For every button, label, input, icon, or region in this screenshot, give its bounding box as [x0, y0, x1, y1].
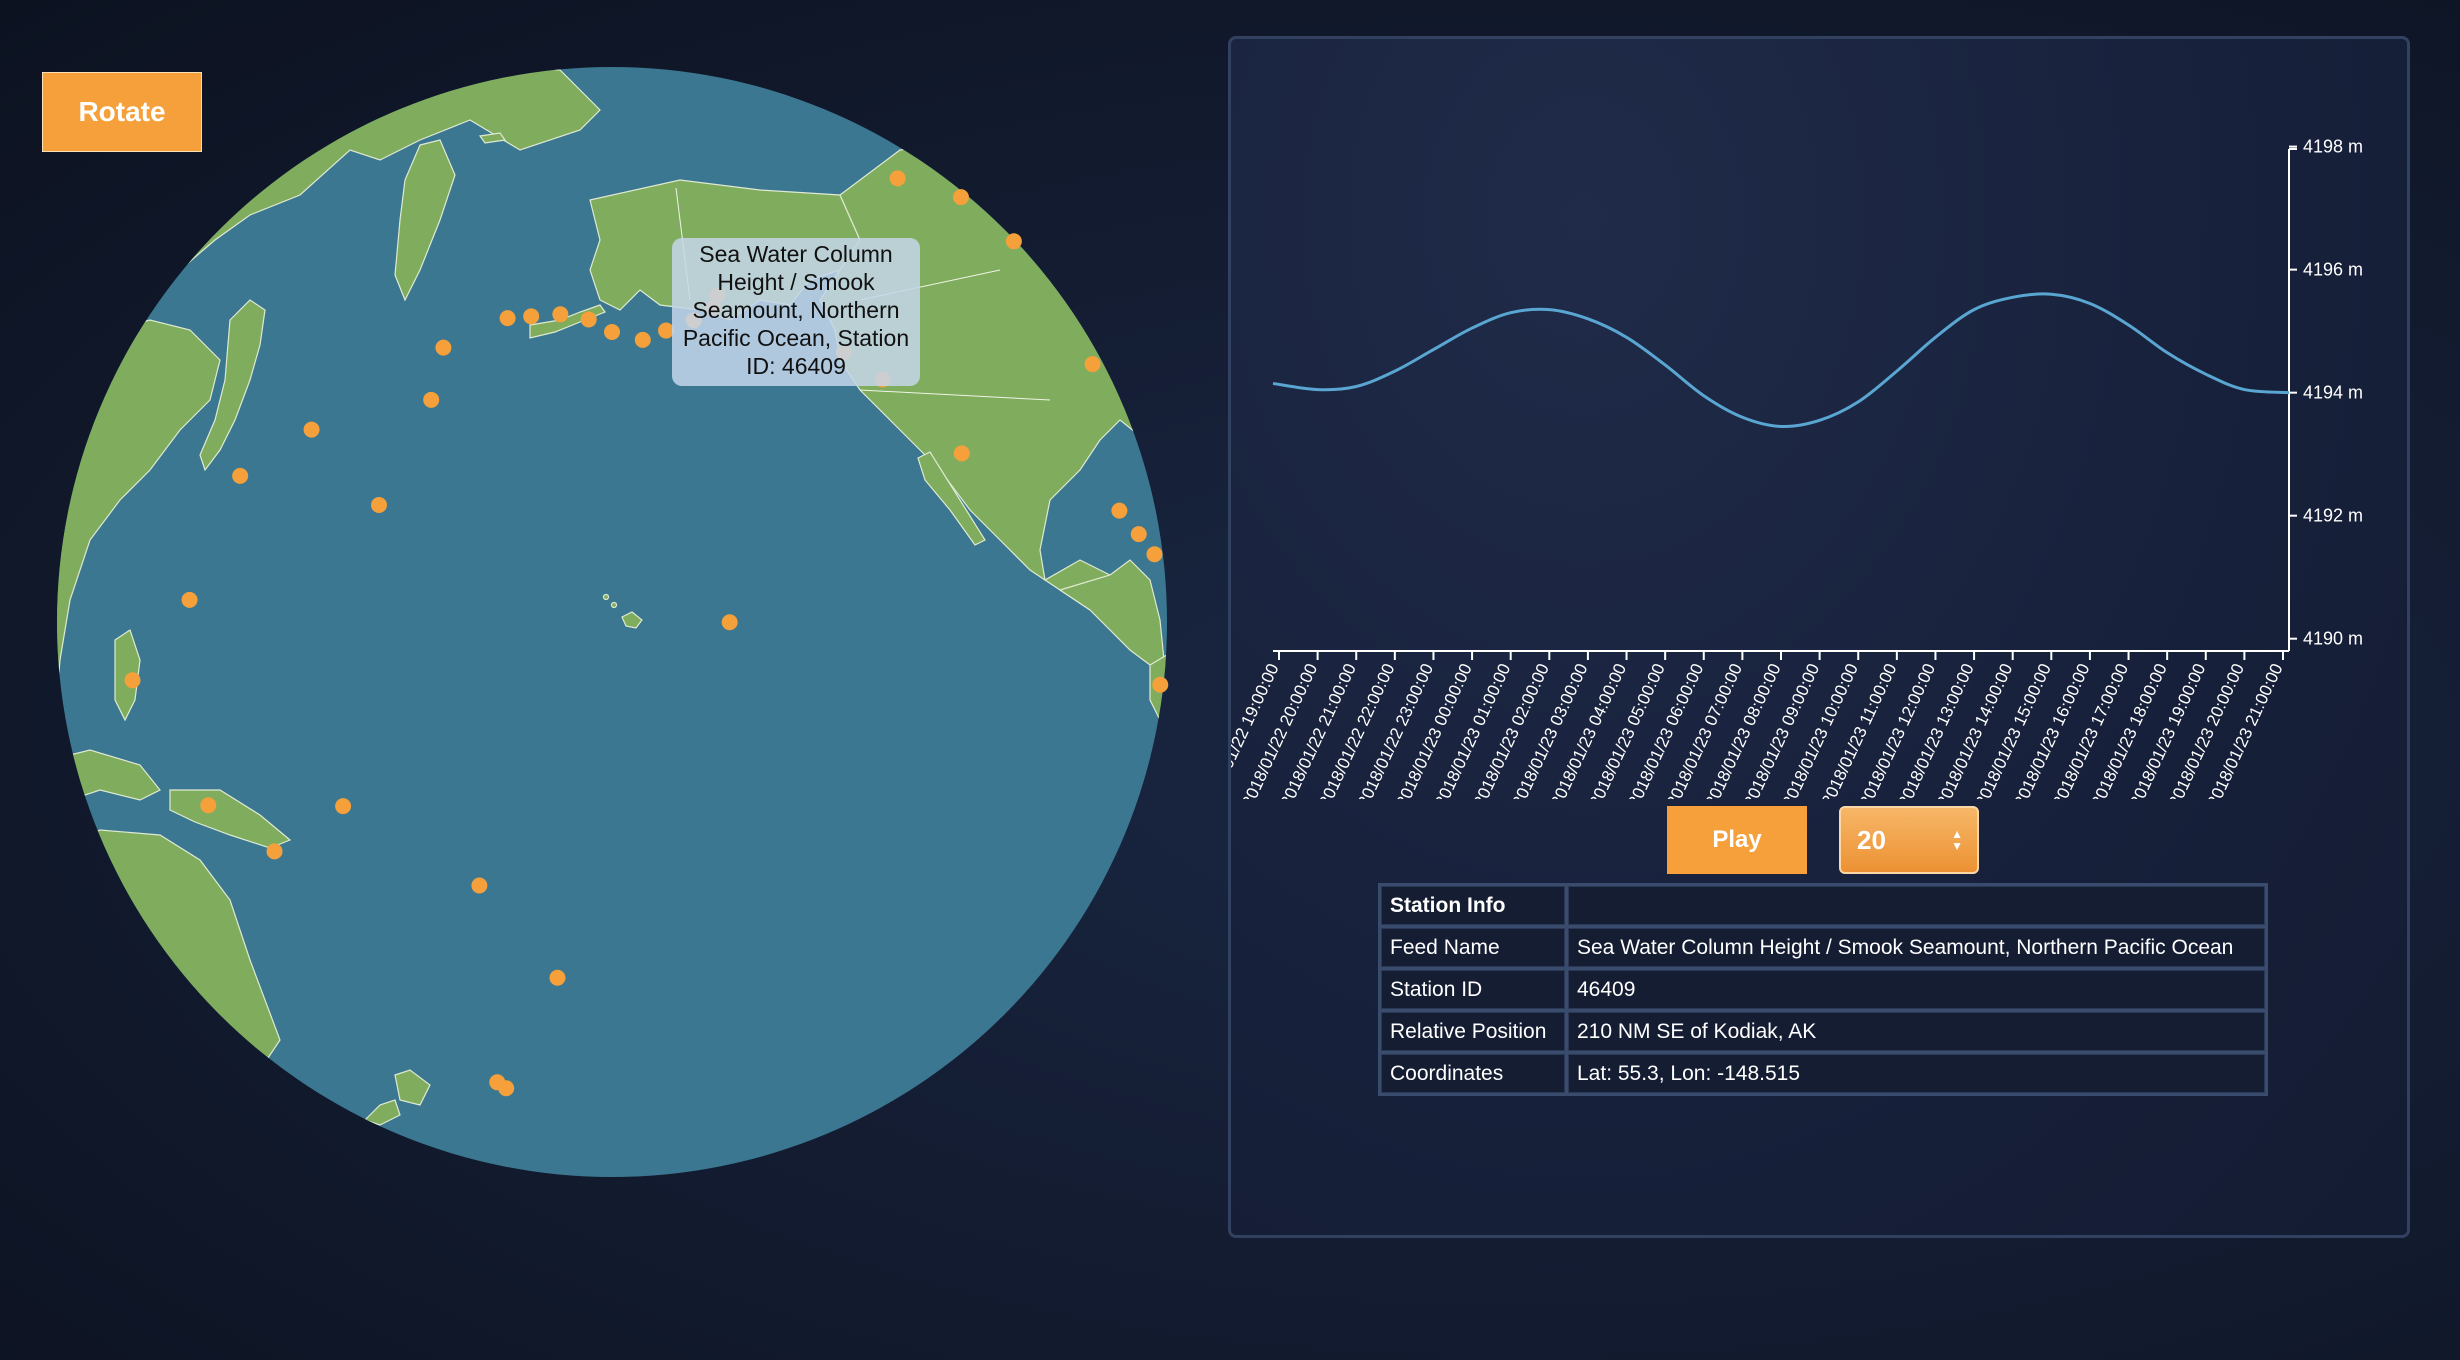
- station-marker[interactable]: [634, 331, 651, 348]
- speed-select[interactable]: 20 ▲ ▼: [1839, 806, 1979, 874]
- table-row: Feed Name Sea Water Column Height / Smoo…: [1381, 928, 2265, 967]
- station-marker[interactable]: [1084, 356, 1101, 373]
- table-row: Relative Position 210 NM SE of Kodiak, A…: [1381, 1012, 2265, 1051]
- station-marker[interactable]: [423, 391, 440, 408]
- play-button[interactable]: Play: [1667, 806, 1807, 874]
- station-marker[interactable]: [232, 467, 249, 484]
- station-marker[interactable]: [952, 189, 969, 206]
- station-marker[interactable]: [1005, 233, 1022, 250]
- station-marker[interactable]: [266, 843, 283, 860]
- station-marker[interactable]: [953, 445, 970, 462]
- row-value: 46409: [1568, 970, 2265, 1009]
- station-marker[interactable]: [889, 170, 906, 187]
- station-marker[interactable]: [471, 877, 488, 894]
- row-key: Coordinates: [1381, 1054, 1565, 1093]
- y-tick-label: 4198 m: [2303, 137, 2363, 157]
- row-key: Station ID: [1381, 970, 1565, 1009]
- series-line: [1272, 292, 2290, 429]
- station-marker[interactable]: [435, 339, 452, 356]
- station-marker[interactable]: [370, 497, 387, 514]
- station-marker[interactable]: [1152, 676, 1169, 693]
- station-marker[interactable]: [721, 614, 738, 631]
- station-marker[interactable]: [552, 306, 569, 323]
- station-marker[interactable]: [1111, 502, 1128, 519]
- tooltip-line: Pacific Ocean, Station: [682, 325, 910, 351]
- y-tick-label: 4196 m: [2303, 260, 2363, 280]
- row-key: Relative Position: [1381, 1012, 1565, 1051]
- station-marker[interactable]: [124, 672, 141, 689]
- station-marker[interactable]: [335, 798, 352, 815]
- tooltip-line: Seamount, Northern: [692, 297, 900, 323]
- station-marker[interactable]: [549, 969, 566, 986]
- tooltip-line: Sea Water Column: [699, 241, 893, 267]
- station-marker[interactable]: [604, 324, 620, 341]
- station-info-header: Station Info: [1381, 886, 1565, 925]
- table-row: Station ID 46409: [1381, 970, 2265, 1009]
- row-value: Lat: 55.3, Lon: -148.515: [1568, 1054, 2265, 1093]
- y-tick-label: 4190 m: [2303, 629, 2363, 649]
- station-marker[interactable]: [200, 797, 217, 814]
- tooltip-line: ID: 46409: [746, 353, 846, 379]
- table-row: Coordinates Lat: 55.3, Lon: -148.515: [1381, 1054, 2265, 1093]
- header-empty-cell: [1568, 886, 2265, 925]
- station-tooltip: Sea Water Column Height / Smook Seamount…: [672, 238, 920, 386]
- station-marker[interactable]: [523, 308, 540, 325]
- updown-arrows-icon: ▲ ▼: [1951, 827, 1963, 853]
- water-height-chart: 4198 m4196 m4194 m4192 m4190 m2018/01/22…: [1231, 137, 2363, 799]
- station-marker[interactable]: [580, 311, 597, 328]
- globe-map[interactable]: [0, 0, 1200, 1200]
- station-marker[interactable]: [1130, 526, 1147, 543]
- table-header-row: Station Info: [1381, 886, 2265, 925]
- tooltip-line: Height / Smook: [717, 269, 875, 295]
- land-south-america: [1149, 649, 1167, 802]
- row-value: Sea Water Column Height / Smook Seamount…: [1568, 928, 2265, 967]
- station-info-table: Station Info Feed Name Sea Water Column …: [1378, 883, 2268, 1096]
- y-tick-label: 4192 m: [2303, 506, 2363, 526]
- station-marker[interactable]: [181, 591, 198, 608]
- row-key: Feed Name: [1381, 928, 1565, 967]
- y-tick-label: 4194 m: [2303, 383, 2363, 403]
- speed-value: 20: [1857, 824, 1886, 855]
- station-marker[interactable]: [303, 421, 320, 438]
- station-marker[interactable]: [1146, 546, 1163, 563]
- row-value: 210 NM SE of Kodiak, AK: [1568, 1012, 2265, 1051]
- station-marker[interactable]: [499, 310, 516, 327]
- station-panel: 4198 m 4196 m 4194 m 4192 m 4190 m 2018/01/22…: [1228, 36, 2410, 1238]
- station-marker[interactable]: [498, 1080, 515, 1097]
